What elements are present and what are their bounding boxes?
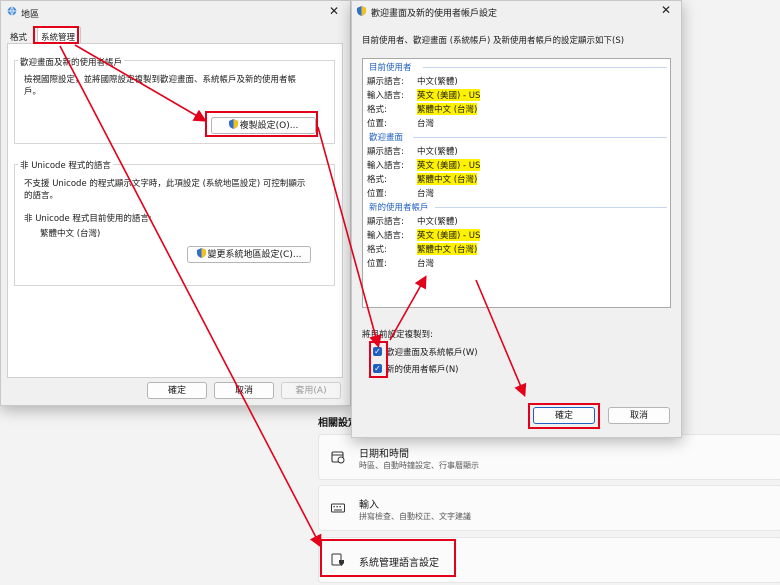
- annotation-arrows: [59, 44, 527, 548]
